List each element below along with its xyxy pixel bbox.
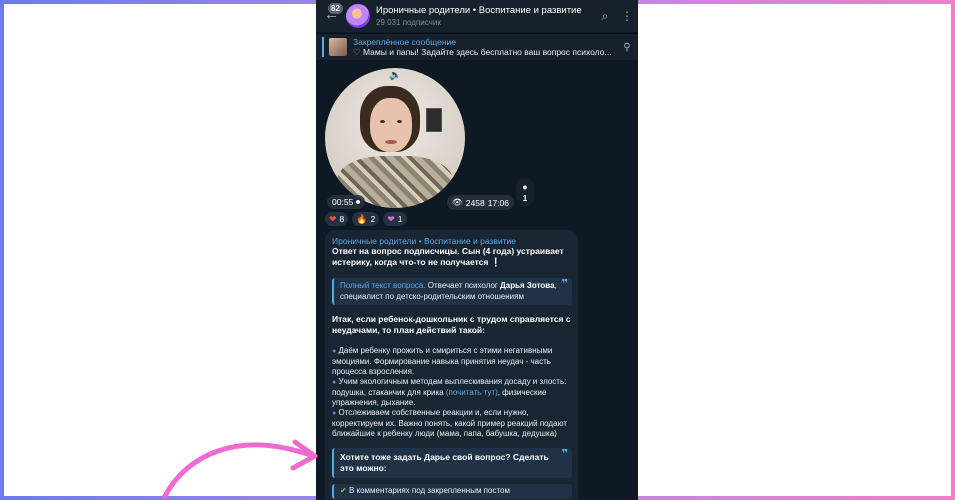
message-bubble: Ироничные родители • Воспитание и развит… xyxy=(325,230,578,500)
reactions-row: ❤ 8 🔥 2 ❤ 1 xyxy=(325,212,407,226)
comment-option: ✔ В комментариях под закрепленным постом xyxy=(332,484,572,499)
heart-icon: ❤ xyxy=(329,213,337,224)
pink-heart-icon: ❤ xyxy=(387,213,395,224)
more-menu-icon[interactable]: ⋮ xyxy=(616,9,638,23)
pink-arrow-icon xyxy=(162,439,318,499)
video-duration: 00:55 xyxy=(327,195,366,209)
channel-info[interactable]: Ироничные родители • Воспитание и развит… xyxy=(376,5,594,27)
person-eye xyxy=(397,120,402,123)
reaction-heart-pink[interactable]: ❤ 1 xyxy=(383,212,407,226)
pinned-preview: ♡ Мамы и папы! Задайте здесь бесплатно в… xyxy=(353,47,616,58)
message-intro: Ответ на вопрос подписчицы. Сын (4 года)… xyxy=(332,246,572,268)
full-question-link[interactable]: Полный текст вопроса. xyxy=(340,281,426,290)
search-icon[interactable]: ⌕ xyxy=(594,9,616,24)
video-message[interactable]: 🔈 xyxy=(325,68,465,208)
point-3: ● Отслеживаем собственные реакции и, есл… xyxy=(332,408,572,440)
view-count: 2458 xyxy=(465,197,485,208)
comments-button[interactable]: ● 1 xyxy=(516,178,534,206)
eye-icon: 👁 xyxy=(452,197,463,207)
reaction-count: 2 xyxy=(370,214,376,224)
message-sender[interactable]: Ироничные родители • Воспитание и развит… xyxy=(332,236,516,246)
comment-count: 1 xyxy=(522,193,528,203)
comment-option-text: В комментариях под закрепленным постом xyxy=(348,486,510,495)
channel-avatar[interactable] xyxy=(346,4,370,28)
pinned-thumbnail xyxy=(329,38,347,56)
wall-picture xyxy=(426,108,442,132)
point-2: ● Учим экологичным методам выплескивания… xyxy=(332,377,572,409)
back-button[interactable]: ← 82 xyxy=(316,0,346,32)
post-time: 17:06 xyxy=(487,197,509,208)
bullet-icon: ● xyxy=(332,410,337,417)
channel-title: Ироничные родители • Воспитание и развит… xyxy=(376,5,582,16)
reaction-fire[interactable]: 🔥 2 xyxy=(352,212,380,226)
channel-header: ← 82 Ироничные родители • Воспитание и р… xyxy=(316,0,638,32)
telegram-window: ← 82 Ироничные родители • Воспитание и р… xyxy=(316,0,638,500)
psychologist-name: Дарья Зотова xyxy=(500,281,555,290)
exclamation-icon: ❕ xyxy=(490,257,502,267)
recording-dot-icon xyxy=(356,200,361,204)
pinned-label: Закреплённое сообщение xyxy=(353,36,456,47)
person-eye xyxy=(380,120,385,123)
read-here-link[interactable]: (почитать тут) xyxy=(446,388,498,397)
question-quote: Полный текст вопроса. Отвечает психолог … xyxy=(332,278,572,305)
point-1: ● Даём ребенку прожить и смириться с эти… xyxy=(332,346,572,378)
pin-list-icon[interactable]: ⚲ xyxy=(616,42,638,53)
duration-text: 00:55 xyxy=(332,197,354,207)
speaker-muted-icon[interactable]: 🔈 xyxy=(389,70,401,81)
video-meta: 👁 2458 17:06 xyxy=(447,195,514,210)
ask-question-text: Хотите тоже задать Дарье свой вопрос? Сд… xyxy=(340,452,549,473)
pinned-preview-text: Мамы и папы! Задайте здесь бесплатно ваш… xyxy=(363,46,612,57)
bullet-icon: ● xyxy=(332,379,337,386)
pinned-text: Закреплённое сообщение ♡ Мамы и папы! За… xyxy=(353,37,616,58)
reaction-count: 1 xyxy=(397,214,403,224)
speech-bubble-icon: ● xyxy=(522,181,528,192)
bullet-icon: ● xyxy=(332,348,337,355)
point-1-text: Даём ребенку прожить и смириться с этими… xyxy=(332,346,553,377)
reaction-heart[interactable]: ❤ 8 xyxy=(325,212,349,226)
reaction-count: 8 xyxy=(339,214,345,224)
ask-question-quote: Хотите тоже задать Дарье свой вопрос? Сд… xyxy=(332,448,572,478)
pinned-message-bar[interactable]: Закреплённое сообщение ♡ Мамы и папы! За… xyxy=(316,33,638,60)
subscriber-count: 29 031 подписчик xyxy=(376,18,441,27)
purple-heart-icon: ♡ xyxy=(353,46,361,57)
intro-text: Ответ на вопрос подписчицы. Сын (4 года)… xyxy=(332,246,564,267)
fire-icon: 🔥 xyxy=(356,213,368,224)
quote-icon: ❞ xyxy=(561,278,568,290)
point-3-text: Отслеживаем собственные реакции и, если … xyxy=(332,408,568,439)
unread-badge: 82 xyxy=(328,3,343,14)
quote-icon: ❞ xyxy=(561,448,568,460)
check-icon: ✔ xyxy=(340,486,347,495)
quote-text: Отвечает психолог xyxy=(425,281,501,290)
pinned-indicator xyxy=(322,37,324,57)
plan-heading: Итак, если ребенок-дошкольник с трудом с… xyxy=(332,314,571,335)
person-mouth xyxy=(385,140,397,144)
